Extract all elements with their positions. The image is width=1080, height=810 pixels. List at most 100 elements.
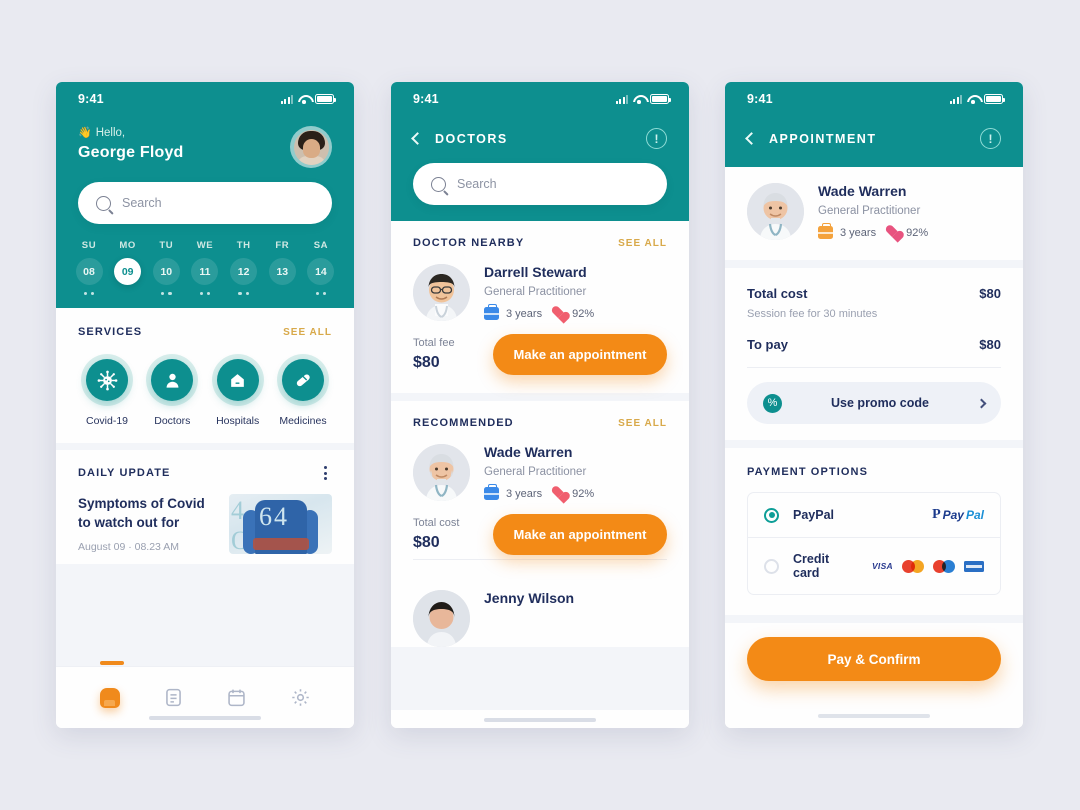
- home-indicator-area: [391, 710, 689, 728]
- phone-home-screen: 9:41 👋 Hello, George Floyd Search SU 08 …: [56, 82, 354, 728]
- greeting-row: 👋 Hello,: [78, 126, 184, 140]
- calendar-day-name: WE: [196, 240, 214, 251]
- document-icon[interactable]: [161, 686, 185, 710]
- home-content: SERVICES SEE ALL Covid-19 Doctors Hospit…: [56, 308, 354, 666]
- calendar-day-number: 14: [307, 258, 335, 285]
- services-see-all[interactable]: SEE ALL: [283, 327, 332, 338]
- calendar-day-dots: [267, 292, 297, 304]
- make-appointment-button[interactable]: Make an appointment: [493, 334, 667, 375]
- daily-update-item[interactable]: Symptoms of Covid to watch out for Augus…: [78, 494, 332, 554]
- radio-selected-icon: [764, 507, 779, 523]
- services-section: SERVICES SEE ALL Covid-19 Doctors Hospit…: [56, 308, 354, 443]
- service-circle: [151, 359, 194, 401]
- payment-option-paypal[interactable]: PayPal P Pay Pal: [748, 493, 1000, 537]
- chevron-left-icon[interactable]: [745, 132, 758, 145]
- search-icon: [96, 195, 111, 211]
- calendar-day-number: 11: [191, 258, 219, 285]
- search-placeholder: Search: [457, 177, 497, 191]
- chevron-left-icon[interactable]: [411, 132, 424, 145]
- doctor-card[interactable]: Jenny Wilson: [413, 590, 667, 647]
- fee-label: Total fee: [413, 337, 455, 349]
- search-input[interactable]: Search: [413, 163, 667, 205]
- payment-footer: Pay & Confirm: [725, 623, 1023, 728]
- services-row: Covid-19 Doctors Hospitals Medicines: [78, 354, 332, 427]
- services-header: SERVICES SEE ALL: [78, 326, 332, 338]
- doctor-rating: 92%: [551, 487, 594, 500]
- total-cost-value: $80: [979, 286, 1001, 301]
- cellular-signal-icon: [950, 94, 962, 104]
- calendar-day[interactable]: MO 09: [113, 240, 143, 304]
- calendar-day-name: MO: [119, 240, 136, 251]
- service-item-medicines[interactable]: Medicines: [274, 354, 332, 427]
- doctor-rating: 92%: [885, 226, 928, 239]
- pay-and-confirm-button[interactable]: Pay & Confirm: [747, 637, 1001, 681]
- amex-logo: [964, 560, 984, 572]
- daily-update-header: DAILY UPDATE: [78, 466, 332, 480]
- calendar-day[interactable]: SU 08: [74, 240, 104, 304]
- service-item-covid[interactable]: Covid-19: [78, 354, 136, 427]
- calendar-day-dots: [151, 292, 181, 304]
- user-avatar[interactable]: [290, 126, 332, 168]
- doctor-nearby-header: DOCTOR NEARBY SEE ALL: [413, 237, 667, 249]
- active-tab-indicator: [100, 661, 124, 665]
- calendar-day[interactable]: SA 14: [306, 240, 336, 304]
- calendar-day-name: TH: [236, 240, 251, 251]
- calendar-day[interactable]: FR 13: [267, 240, 297, 304]
- search-input[interactable]: Search: [78, 182, 332, 224]
- calendar-day[interactable]: TU 10: [151, 240, 181, 304]
- paypal-word-pay: Pay: [942, 508, 964, 522]
- appointment-content: Wade Warren General Practitioner 3 years…: [725, 167, 1023, 728]
- service-label: Doctors: [154, 415, 191, 427]
- info-circle-icon[interactable]: !: [646, 128, 667, 149]
- mastercard-logo: [902, 559, 924, 573]
- status-icons: [950, 94, 1005, 104]
- home-icon[interactable]: [98, 686, 122, 710]
- settings-gear-icon[interactable]: [288, 686, 312, 710]
- search-icon: [431, 176, 446, 192]
- info-circle-icon[interactable]: !: [980, 128, 1001, 149]
- experience-text: 3 years: [506, 487, 543, 500]
- doctor-name: Darrell Steward: [484, 264, 587, 280]
- calendar-day-number-selected: 09: [114, 258, 142, 285]
- fee-amount: $80: [413, 534, 440, 551]
- promo-code-button[interactable]: % Use promo code: [747, 382, 1001, 424]
- total-cost-label: Total cost: [747, 286, 808, 301]
- chevron-right-icon: [976, 398, 987, 408]
- doctor-experience: 3 years: [818, 223, 876, 239]
- services-title: SERVICES: [78, 326, 143, 338]
- service-halo: [276, 354, 329, 406]
- hospital-icon: [231, 373, 244, 387]
- doctor-fee-row: Total fee $80 Make an appointment: [413, 334, 667, 375]
- appointment-top-bar: APPOINTMENT !: [725, 116, 1023, 167]
- status-time: 9:41: [747, 92, 773, 106]
- doctor-rating: 92%: [551, 307, 594, 320]
- greeting-block: 👋 Hello, George Floyd: [56, 116, 354, 168]
- calendar-icon[interactable]: [225, 686, 249, 710]
- status-time: 9:41: [78, 92, 104, 106]
- calendar-day-dots: [306, 292, 336, 304]
- list-divider: [413, 559, 667, 560]
- bottom-navigation: [56, 661, 354, 728]
- make-appointment-button[interactable]: Make an appointment: [493, 514, 667, 555]
- calendar-day-number: 12: [230, 258, 258, 285]
- doctors-teal-header: 9:41 DOCTORS ! Search: [391, 82, 689, 221]
- daily-update-headline: Symptoms of Covid to watch out for: [78, 496, 205, 531]
- doctor-name: Jenny Wilson: [484, 590, 575, 606]
- section-see-all[interactable]: SEE ALL: [618, 238, 667, 249]
- service-item-doctors[interactable]: Doctors: [143, 354, 201, 427]
- doctors-search-wrap: Search: [391, 149, 689, 221]
- to-pay-label: To pay: [747, 337, 788, 352]
- payment-options-title: PAYMENT OPTIONS: [747, 466, 869, 478]
- rating-text: 92%: [906, 226, 929, 239]
- payment-option-credit-card[interactable]: Credit card VISA: [748, 537, 1000, 594]
- calendar-day[interactable]: TH 12: [229, 240, 259, 304]
- doctor-avatar: [413, 264, 470, 321]
- calendar-day[interactable]: WE 11: [190, 240, 220, 304]
- briefcase-icon: [818, 223, 833, 239]
- status-bar: 9:41: [56, 82, 354, 116]
- phone-doctors-screen: 9:41 DOCTORS ! Search DOCTOR NEARBY SEE …: [391, 82, 689, 728]
- briefcase-icon: [484, 484, 499, 500]
- section-see-all[interactable]: SEE ALL: [618, 418, 667, 429]
- service-item-hospitals[interactable]: Hospitals: [209, 354, 267, 427]
- kebab-menu-icon[interactable]: [318, 466, 332, 480]
